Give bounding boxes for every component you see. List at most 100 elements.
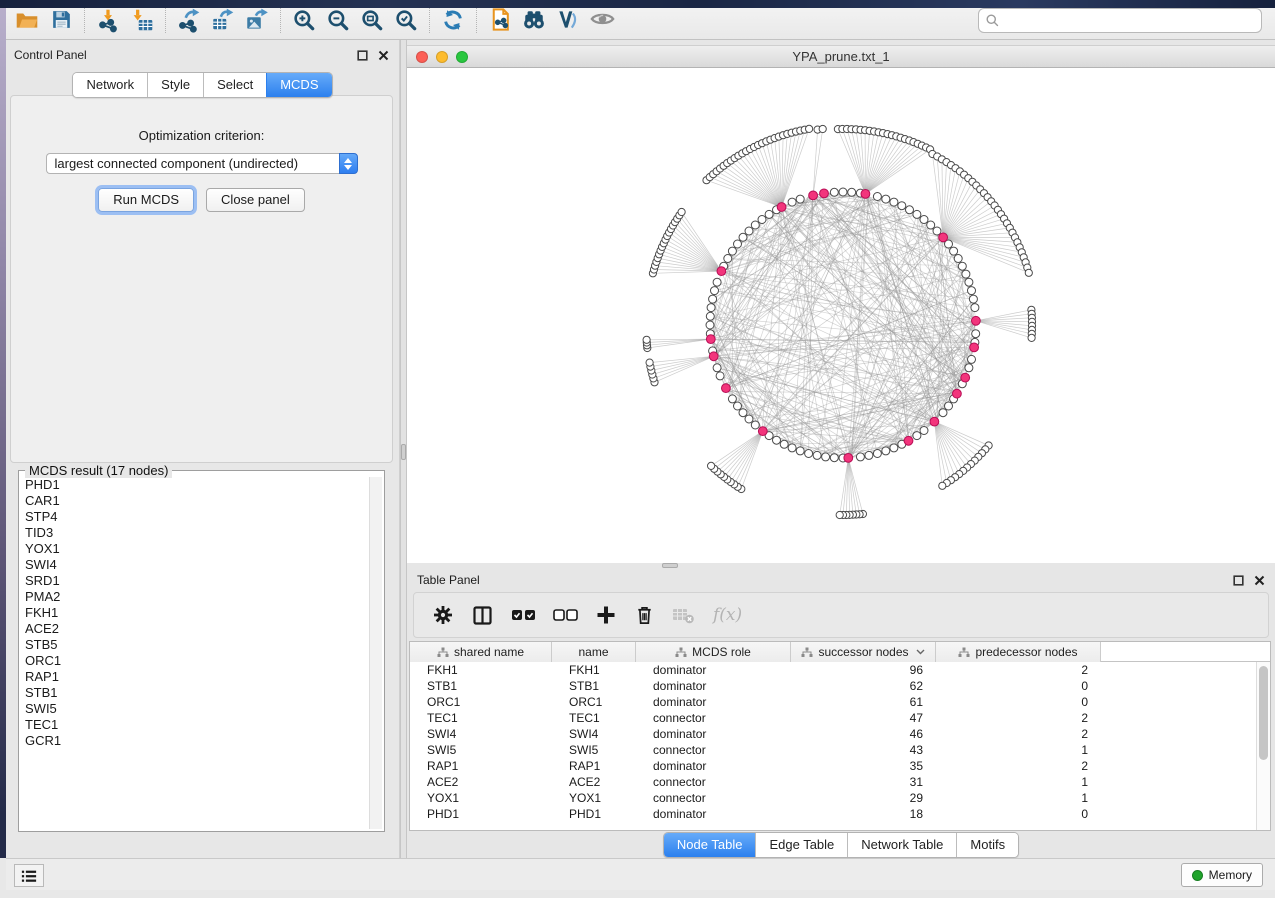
mcds-result-item[interactable]: STB1 [21, 685, 368, 701]
mcds-result-item[interactable]: SWI5 [21, 701, 368, 717]
create-column-button[interactable] [595, 604, 617, 626]
table-scrollbar[interactable] [1256, 662, 1270, 830]
zoom-out-button[interactable] [321, 4, 355, 36]
table-cell[interactable]: 1 [936, 742, 1101, 758]
float-panel-button[interactable] [1233, 575, 1244, 586]
table-cell[interactable]: dominator [636, 806, 791, 822]
table-cell[interactable]: ORC1 [552, 694, 636, 710]
table-cell[interactable]: STB1 [552, 678, 636, 694]
mcds-result-item[interactable]: STP4 [21, 509, 368, 525]
scrollbar-thumb[interactable] [1259, 666, 1268, 760]
table-cell[interactable]: 47 [791, 710, 936, 726]
mcds-result-item[interactable]: TID3 [21, 525, 368, 541]
table-cell[interactable]: SWI5 [410, 742, 552, 758]
table-row[interactable]: STB1STB1dominator620 [410, 678, 1270, 694]
refresh-network-button[interactable] [436, 4, 470, 36]
table-cell[interactable]: dominator [636, 678, 791, 694]
table-cell[interactable]: 1 [936, 790, 1101, 806]
table-cell[interactable]: connector [636, 742, 791, 758]
table-cell[interactable]: dominator [636, 662, 791, 678]
float-panel-button[interactable] [357, 50, 368, 61]
network-from-file-button[interactable] [483, 4, 517, 36]
run-mcds-button[interactable]: Run MCDS [98, 188, 194, 212]
column-header-successor-nodes[interactable]: successor nodes [791, 642, 936, 662]
table-cell[interactable]: 61 [791, 694, 936, 710]
export-image-button[interactable] [240, 4, 274, 36]
tab-network[interactable]: Network [73, 73, 147, 97]
mcds-result-item[interactable]: RAP1 [21, 669, 368, 685]
table-row[interactable]: ORC1ORC1dominator610 [410, 694, 1270, 710]
show-graphics-details-button[interactable] [585, 4, 619, 36]
column-header-name[interactable]: name [552, 642, 636, 662]
close-window-icon[interactable] [416, 51, 428, 63]
table-cell[interactable]: FKH1 [552, 662, 636, 678]
table-cell[interactable]: 29 [791, 790, 936, 806]
table-cell[interactable]: 46 [791, 726, 936, 742]
close-panel-button[interactable] [1254, 575, 1265, 586]
table-cell[interactable]: 0 [936, 806, 1101, 822]
table-cell[interactable]: SWI4 [410, 726, 552, 742]
table-cell[interactable]: ACE2 [552, 774, 636, 790]
table-cell[interactable]: ORC1 [410, 694, 552, 710]
table-row[interactable]: ACE2ACE2connector311 [410, 774, 1270, 790]
column-header-mcds-role[interactable]: MCDS role [636, 642, 791, 662]
mcds-result-item[interactable]: PMA2 [21, 589, 368, 605]
table-cell[interactable]: 96 [791, 662, 936, 678]
table-cell[interactable]: ACE2 [410, 774, 552, 790]
tab-network-table[interactable]: Network Table [847, 833, 956, 857]
table-cell[interactable]: dominator [636, 694, 791, 710]
tab-style[interactable]: Style [147, 73, 203, 97]
zoom-in-button[interactable] [287, 4, 321, 36]
show-panels-button[interactable] [14, 864, 44, 887]
table-cell[interactable]: 2 [936, 662, 1101, 678]
table-row[interactable]: PHD1PHD1dominator180 [410, 806, 1270, 822]
table-row[interactable]: RAP1RAP1dominator352 [410, 758, 1270, 774]
table-cell[interactable]: RAP1 [552, 758, 636, 774]
zoom-selected-button[interactable] [389, 4, 423, 36]
export-network-button[interactable] [172, 4, 206, 36]
select-all-button[interactable] [511, 608, 536, 622]
tab-select[interactable]: Select [203, 73, 266, 97]
import-network-button[interactable] [91, 4, 125, 36]
mcds-list-scrollbar[interactable] [369, 477, 382, 829]
table-cell[interactable]: YOX1 [410, 790, 552, 806]
table-row[interactable]: FKH1FKH1dominator962 [410, 662, 1270, 678]
delete-column-button[interactable] [634, 604, 655, 626]
table-cell[interactable]: 2 [936, 726, 1101, 742]
table-row[interactable]: SWI5SWI5connector431 [410, 742, 1270, 758]
table-cell[interactable]: SWI4 [552, 726, 636, 742]
mcds-result-item[interactable]: GCR1 [21, 733, 368, 749]
table-row[interactable]: SWI4SWI4dominator462 [410, 726, 1270, 742]
mcds-result-item[interactable]: ORC1 [21, 653, 368, 669]
table-cell[interactable]: STB1 [410, 678, 552, 694]
close-panel-button[interactable] [378, 50, 389, 61]
table-cell[interactable]: 35 [791, 758, 936, 774]
criterion-dropdown[interactable]: largest connected component (undirected) [46, 153, 358, 174]
search-network-button[interactable] [517, 4, 551, 36]
table-cell[interactable]: 1 [936, 774, 1101, 790]
network-titlebar[interactable]: YPA_prune.txt_1 [407, 45, 1275, 68]
table-row[interactable]: TEC1TEC1connector472 [410, 710, 1270, 726]
memory-button[interactable]: Memory [1181, 863, 1263, 887]
tab-node-table[interactable]: Node Table [664, 833, 756, 857]
table-cell[interactable]: 31 [791, 774, 936, 790]
table-cell[interactable]: PHD1 [410, 806, 552, 822]
network-graph[interactable] [407, 68, 1275, 563]
zoom-fit-button[interactable] [355, 4, 389, 36]
vizmap-button[interactable] [551, 4, 585, 36]
mcds-result-item[interactable]: STB5 [21, 637, 368, 653]
table-cell[interactable]: YOX1 [552, 790, 636, 806]
show-columns-button[interactable] [471, 604, 494, 627]
table-cell[interactable]: 0 [936, 694, 1101, 710]
table-cell[interactable]: 62 [791, 678, 936, 694]
table-cell[interactable]: dominator [636, 726, 791, 742]
minimize-window-icon[interactable] [436, 51, 448, 63]
table-row[interactable]: YOX1YOX1connector291 [410, 790, 1270, 806]
tab-mcds[interactable]: MCDS [266, 73, 331, 97]
table-cell[interactable]: 2 [936, 758, 1101, 774]
save-session-button[interactable] [44, 4, 78, 36]
table-cell[interactable]: connector [636, 710, 791, 726]
mcds-result-item[interactable]: FKH1 [21, 605, 368, 621]
export-table-button[interactable] [206, 4, 240, 36]
table-cell[interactable]: PHD1 [552, 806, 636, 822]
